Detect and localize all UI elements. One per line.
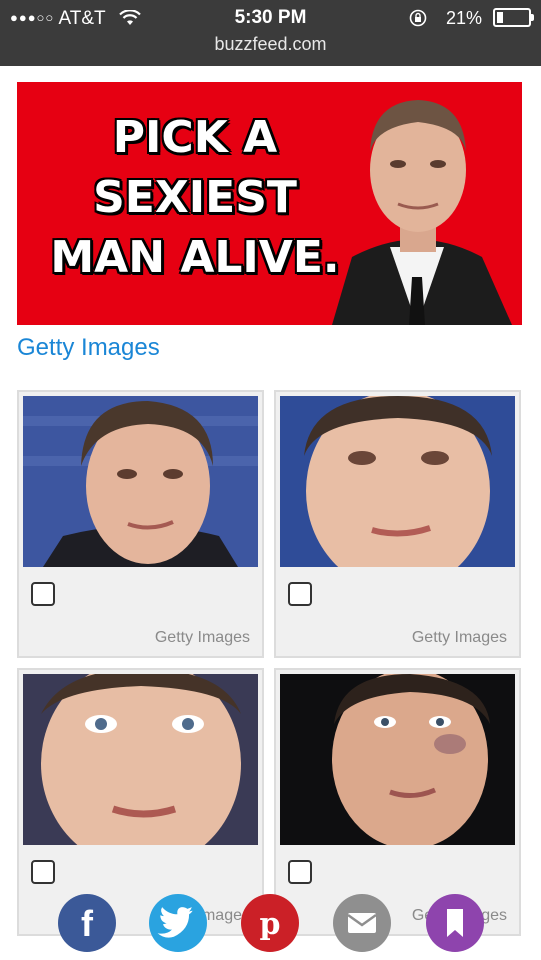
status-bar: ●●●○○ AT&T 5:30 PM 21% buzzfeed.com [0, 0, 541, 66]
getty-images-link[interactable]: Getty Images [17, 334, 160, 362]
photo-credit: Getty Images [411, 629, 507, 646]
twitter-icon [157, 907, 193, 938]
option-card[interactable]: Getty Images [17, 668, 264, 936]
option-checkbox[interactable] [31, 860, 55, 884]
svg-text:p: p [260, 907, 281, 942]
bookmark-button[interactable] [426, 894, 484, 952]
facebook-icon: f [81, 903, 94, 944]
option-checkbox[interactable] [288, 582, 312, 606]
option-photo[interactable] [23, 396, 258, 567]
battery-percent: 21% [445, 8, 482, 28]
twitter-share-button[interactable] [149, 894, 207, 952]
option-card[interactable]: Getty Images [17, 390, 264, 658]
pinterest-icon: p [260, 907, 281, 942]
svg-text:f: f [81, 903, 94, 944]
option-photo[interactable] [23, 674, 258, 845]
mail-icon [347, 913, 377, 933]
rotation-lock-icon [409, 7, 427, 27]
battery-fill [497, 12, 503, 23]
facebook-share-button[interactable]: f [58, 894, 116, 952]
hero-banner: PICK A SEXIEST MAN ALIVE. [17, 82, 522, 325]
option-checkbox[interactable] [288, 860, 312, 884]
pinterest-share-button[interactable]: p [241, 894, 299, 952]
bookmark-icon [447, 909, 463, 937]
option-photo[interactable] [280, 396, 515, 567]
option-photo[interactable] [280, 674, 515, 845]
option-card[interactable]: Getty Images [274, 390, 521, 658]
address-bar[interactable]: buzzfeed.com [0, 34, 541, 55]
battery-icon [493, 8, 534, 27]
photo-credit: Getty Images [154, 629, 250, 646]
email-share-button[interactable] [333, 894, 391, 952]
right-status: 21% [409, 4, 534, 32]
banner-portrait [332, 100, 512, 325]
option-checkbox[interactable] [31, 582, 55, 606]
